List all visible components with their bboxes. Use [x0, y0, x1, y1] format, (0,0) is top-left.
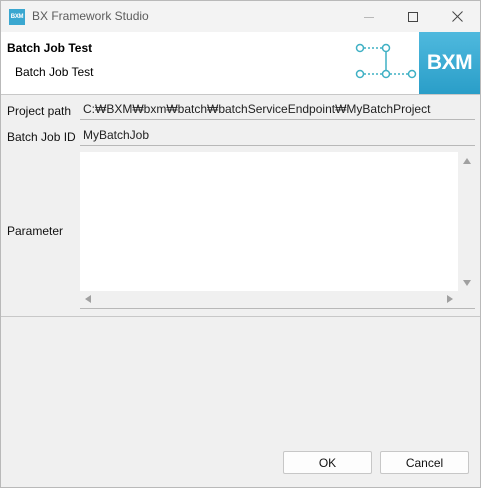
workflow-diagram-icon [355, 43, 417, 79]
close-button[interactable] [435, 1, 479, 32]
horizontal-scrollbar[interactable] [80, 291, 458, 308]
cancel-button[interactable]: Cancel [380, 451, 469, 474]
parameter-textarea[interactable] [80, 152, 475, 309]
dialog-description: Batch Job Test [15, 65, 94, 79]
ok-button[interactable]: OK [283, 451, 372, 474]
header-banner: Batch Job Test Batch Job Test BXM [1, 32, 480, 94]
project-path-field[interactable]: C:₩BXM₩bxm₩batch₩batchServiceEndpoint₩My… [80, 100, 475, 120]
dialog-title: Batch Job Test [7, 41, 93, 55]
bxm-logo: BXM [419, 32, 480, 94]
vertical-scrollbar[interactable] [458, 152, 475, 292]
scroll-right-icon[interactable] [447, 295, 453, 303]
batch-job-id-field[interactable]: MyBatchJob [80, 126, 475, 146]
parameter-label: Parameter [7, 224, 64, 238]
scroll-down-icon[interactable] [463, 280, 471, 286]
maximize-icon [408, 11, 418, 22]
minimize-icon [364, 16, 374, 18]
header-divider [1, 94, 480, 95]
batch-job-id-label: Batch Job ID [7, 130, 76, 144]
scrollbar-corner [458, 291, 475, 308]
window-title: BX Framework Studio [32, 9, 149, 23]
minimize-button[interactable] [347, 1, 391, 32]
app-icon: BXM [9, 9, 25, 25]
dialog-window: BXM BX Framework Studio Batch Job Test B… [0, 0, 481, 488]
scroll-up-icon[interactable] [463, 158, 471, 164]
project-path-label: Project path [7, 104, 72, 118]
scroll-left-icon[interactable] [85, 295, 91, 303]
maximize-button[interactable] [391, 1, 435, 32]
footer-divider [1, 316, 480, 317]
close-icon [451, 11, 463, 22]
title-bar[interactable]: BXM BX Framework Studio [1, 1, 480, 32]
